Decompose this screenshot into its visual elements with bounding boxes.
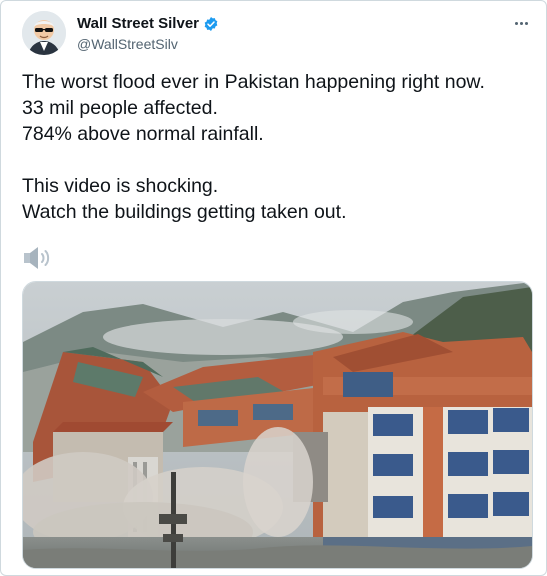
speaker-icon-graphic — [24, 247, 50, 269]
display-name-row[interactable]: Wall Street Silver — [77, 15, 219, 32]
dot — [524, 21, 528, 25]
dot — [519, 21, 523, 25]
tweet-text: The worst flood ever in Pakistan happeni… — [22, 69, 532, 225]
verified-badge-icon — [204, 16, 218, 31]
speaker-icon[interactable] — [23, 245, 53, 271]
tweet-header: Wall Street Silver @WallStreetSilv — [22, 11, 532, 59]
tweet-line: 784% above normal rainfall. — [22, 123, 264, 145]
more-options-icon[interactable] — [510, 15, 532, 31]
tweet-card: Wall Street Silver @WallStreetSilv The w… — [0, 0, 547, 576]
video-frame-image — [23, 282, 532, 568]
paragraph-break — [22, 147, 532, 173]
tweet-line: 33 mil people affected. — [22, 97, 218, 119]
dot — [514, 21, 518, 25]
author-handle[interactable]: @WallStreetSilv — [77, 36, 219, 52]
author-names: Wall Street Silver @WallStreetSilv — [77, 15, 219, 52]
avatar-image — [22, 11, 66, 55]
author-display-name: Wall Street Silver — [77, 15, 199, 32]
tweet-line: This video is shocking. — [22, 175, 219, 197]
tweet-line: Watch the buildings getting taken out. — [22, 201, 347, 223]
tweet-line: The worst flood ever in Pakistan happeni… — [22, 71, 485, 93]
author-avatar[interactable] — [22, 11, 66, 55]
tweet-video[interactable] — [22, 281, 533, 569]
